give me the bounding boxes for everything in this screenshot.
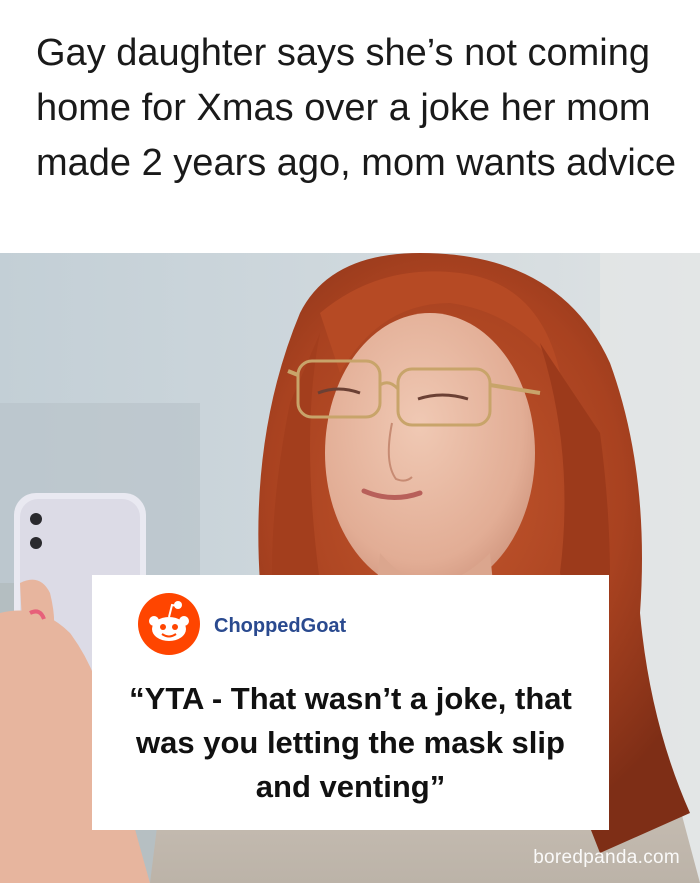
headline: Gay daughter says she’s not coming home … xyxy=(36,32,676,184)
comment-quote: “YTA - That wasn’t a joke, that was you … xyxy=(129,681,572,804)
watermark: boredpanda.com xyxy=(533,847,680,868)
headline-area: Gay daughter says she’s not coming home … xyxy=(0,0,700,253)
username: ChoppedGoat xyxy=(214,615,347,637)
comment-card: ChoppedGoat “YTA - That wasn’t a joke, t… xyxy=(92,575,609,830)
reddit-snoo-icon xyxy=(138,593,200,655)
